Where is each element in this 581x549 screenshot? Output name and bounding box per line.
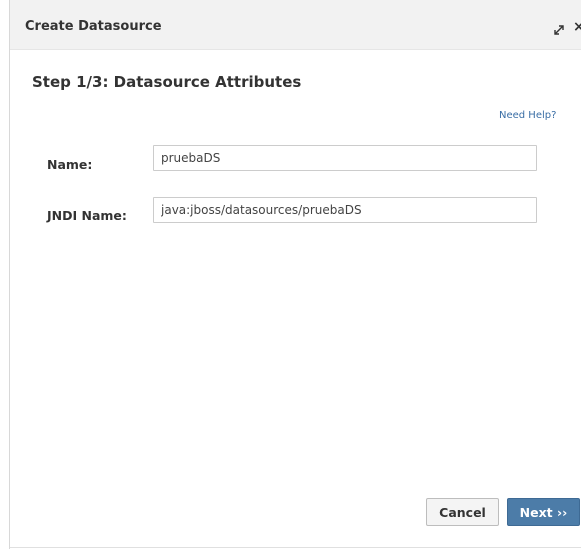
close-icon[interactable]: × — [573, 19, 581, 35]
jndi-name-input[interactable] — [153, 197, 537, 223]
jndi-name-label: JNDI Name: — [47, 208, 127, 223]
name-label: Name: — [47, 157, 93, 172]
next-button[interactable]: Next ›› — [507, 498, 580, 526]
dialog-titlebar: Create Datasource × — [10, 0, 581, 50]
cancel-button[interactable]: Cancel — [426, 498, 499, 526]
create-datasource-dialog: Create Datasource × Step 1/3: Datasource… — [9, 0, 581, 549]
dialog-bottom-border — [10, 547, 581, 548]
need-help-link[interactable]: Need Help? — [499, 110, 556, 121]
maximize-icon[interactable] — [552, 22, 566, 36]
dialog-title: Create Datasource — [25, 19, 162, 34]
name-input[interactable] — [153, 145, 537, 171]
step-heading: Step 1/3: Datasource Attributes — [32, 73, 302, 91]
